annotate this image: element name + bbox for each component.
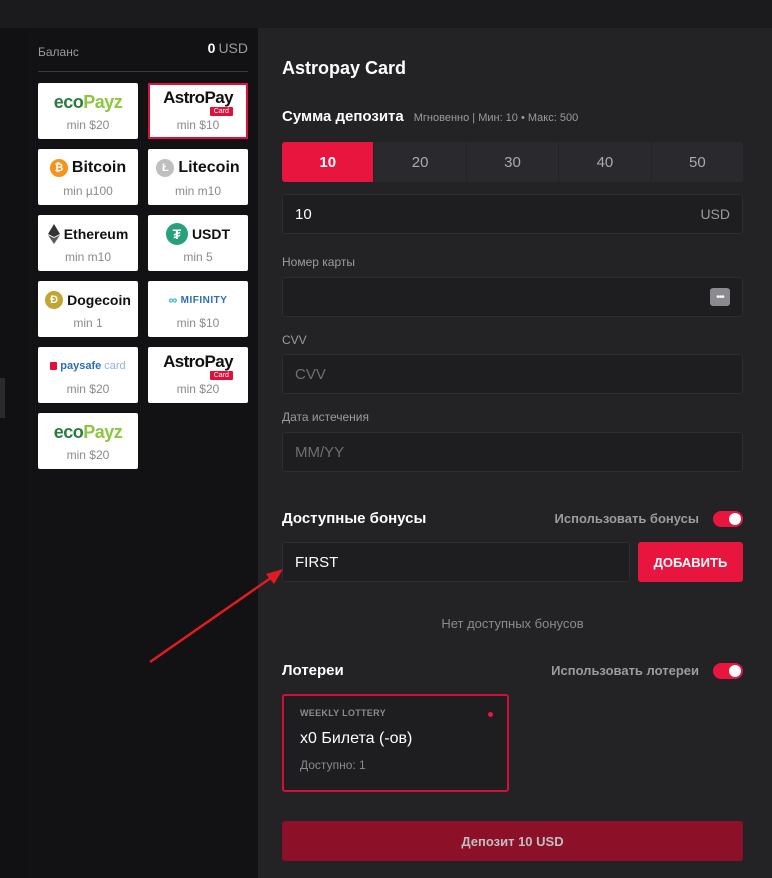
method-bitcoin[interactable]: ₿ Bitcoin min µ100 [38,149,138,205]
bonuses-toggle-wrap: Использовать бонусы [554,510,743,527]
amount-heading-row: Сумма депозита Мгновенно | Мин: 10 • Мак… [282,108,743,125]
astropay-logo: AstroPay Card [163,351,234,380]
method-mifinity[interactable]: ∞ MIFINITY min $10 [148,281,248,337]
no-bonuses-text: Нет доступных бонусов [441,616,584,631]
deposit-form-panel: Astropay Card Сумма депозита Мгновенно |… [258,28,772,878]
mifinity-icon: ∞ [168,293,178,307]
method-name: Bitcoin [71,159,127,176]
balance-row: Баланс 0 USD [38,40,248,72]
method-ecopayz[interactable]: ecoPayz min $20 [38,83,138,139]
mifinity-logo: ∞ MIFINITY [168,293,228,307]
lock-icon [50,362,58,370]
method-min: min $20 [66,382,110,396]
add-bonus-button[interactable]: ДОБАВИТЬ [638,542,743,582]
bitcoin-icon: ₿ [49,159,68,177]
cvv-input[interactable] [295,365,730,383]
preset-20[interactable]: 20 [374,142,467,182]
payment-methods-panel: Баланс 0 USD ecoPayz min $20 AstroPay Card… [28,28,258,878]
method-min: min $20 [176,382,220,396]
lottery-title: x0 Билета (-ов) [300,730,413,747]
keyboard-icon[interactable]: ••• [710,288,730,306]
method-min: min 5 [183,250,213,264]
edge-handle [0,378,5,418]
method-name: Ethereum [63,226,129,242]
lottery-card[interactable]: WEEKLY LOTTERY x0 Билета (-ов) Доступно:… [282,694,509,792]
cvv-field [282,354,743,394]
method-min: min m10 [64,250,111,264]
preset-50[interactable]: 50 [652,142,743,182]
bonus-code-input[interactable] [295,553,617,571]
lottery-status-dot [488,712,493,717]
form-title: Astropay Card [282,58,407,78]
method-min: min $10 [176,118,220,132]
bonuses-toggle[interactable] [713,510,743,527]
expiry-label: Дата истечения [282,410,369,424]
expiry-field [282,432,743,472]
bonuses-toggle-label: Использовать бонусы [554,511,699,526]
litecoin-icon: Ł [156,159,175,177]
lotteries-heading: Лотереи [282,662,344,679]
method-astropay[interactable]: AstroPay Card min $10 [148,83,248,139]
ecopayz-logo: ecoPayz [53,91,123,112]
tether-icon: ₮ [165,223,188,245]
ecopayz-logo: ecoPayz [53,421,123,442]
dogecoin-icon: Ð [45,291,64,309]
method-astropay-2[interactable]: AstroPay Card min $20 [148,347,248,403]
preset-10[interactable]: 10 [282,142,375,182]
method-usdt[interactable]: ₮ USDT min 5 [148,215,248,271]
paysafecard-logo: paysafe card [50,360,126,372]
lottery-available: Доступно: 1 [300,758,366,772]
expiry-input[interactable] [295,443,730,461]
bonuses-heading: Доступные бонусы [282,510,427,527]
amount-input[interactable] [295,205,701,223]
card-number-label: Номер карты [282,255,355,269]
method-name: Dogecoin [67,292,131,308]
method-ethereum[interactable]: Ethereum min m10 [38,215,138,271]
deposit-button[interactable]: Депозит 10 USD [282,821,743,861]
ethereum-icon [47,224,60,244]
amount-currency: USD [700,206,730,222]
page-edge [0,28,28,878]
method-min: min m10 [174,184,221,198]
bonuses-heading-row: Доступные бонусы Использовать бонусы [282,510,743,527]
method-name: USDT [191,226,231,242]
method-dogecoin[interactable]: Ð Dogecoin min 1 [38,281,138,337]
preset-30[interactable]: 30 [467,142,560,182]
cvv-label: CVV [282,333,307,347]
amount-field: USD [282,194,743,234]
payment-method-list: ecoPayz min $20 AstroPay Card min $10 ₿ Bi… [38,83,250,469]
method-litecoin[interactable]: Ł Litecoin min m10 [148,149,248,205]
method-paysafecard[interactable]: paysafe card min $20 [38,347,138,403]
method-min: min $20 [66,448,110,462]
method-min: min $10 [176,316,220,330]
method-ecopayz-2[interactable]: ecoPayz min $20 [38,413,138,469]
method-min: min 1 [73,316,103,330]
amount-presets: 10 20 30 40 50 [282,142,743,182]
lotteries-toggle[interactable] [713,662,743,679]
amount-hint: Мгновенно | Мин: 10 • Макс: 500 [413,112,579,124]
method-name: Litecoin [178,159,240,176]
balance-value: 0 USD [207,40,248,56]
bonus-code-field [282,542,630,582]
amount-heading: Сумма депозита [282,108,404,125]
method-min: min $20 [66,118,110,132]
preset-40[interactable]: 40 [559,142,652,182]
lotteries-heading-row: Лотереи Использовать лотереи [282,662,743,679]
lottery-tag: WEEKLY LOTTERY [300,708,386,718]
astropay-logo: AstroPay Card [163,87,234,116]
lotteries-toggle-wrap: Использовать лотереи [551,662,743,679]
balance-label: Баланс [38,45,79,59]
lotteries-toggle-label: Использовать лотереи [551,663,699,678]
card-number-input[interactable] [295,288,710,306]
method-min: min µ100 [63,184,113,198]
top-bar [0,0,772,28]
card-number-field: ••• [282,277,743,317]
